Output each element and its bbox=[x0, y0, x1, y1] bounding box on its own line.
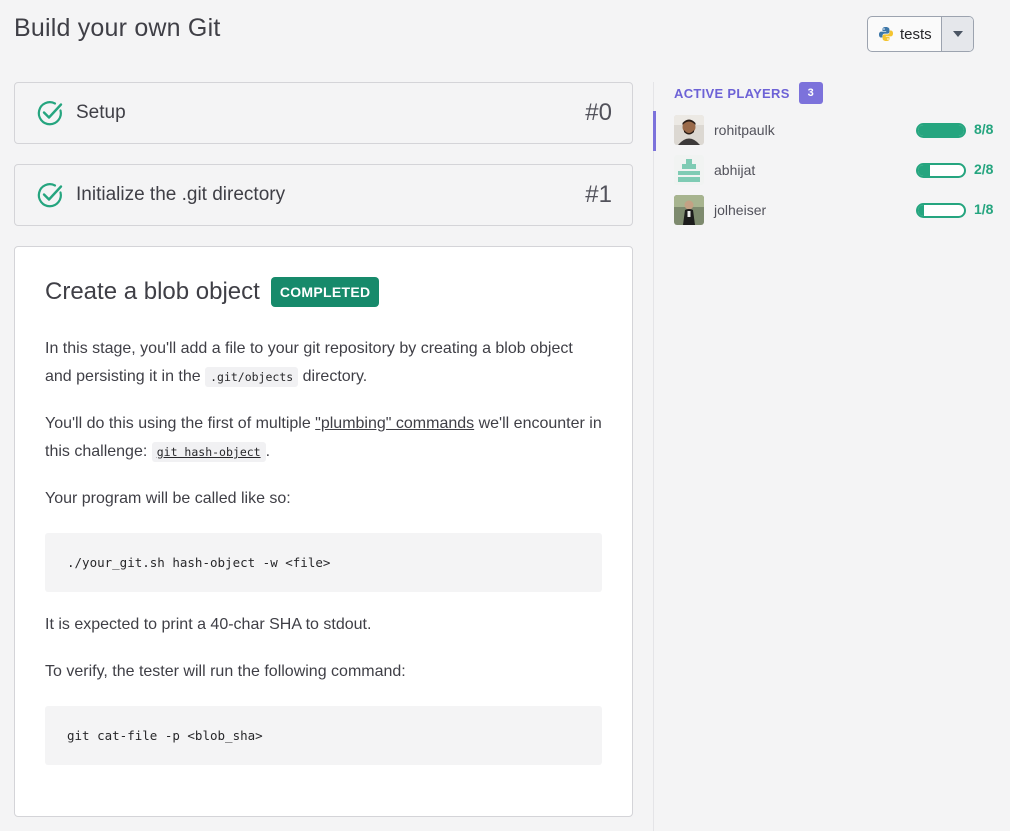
stage-heading: Create a blob object COMPLETED bbox=[45, 276, 602, 308]
plumbing-commands-link[interactable]: "plumbing" commands bbox=[315, 415, 474, 432]
language-select[interactable]: tests bbox=[867, 16, 974, 52]
text: directory. bbox=[298, 368, 368, 385]
stage-title: Create a blob object bbox=[45, 278, 260, 305]
player-row[interactable]: rohitpaulk 8/8 bbox=[674, 115, 1004, 145]
active-players-header: ACTIVE PLAYERS 3 bbox=[674, 82, 823, 104]
progress-bar bbox=[916, 203, 966, 218]
progress-bar bbox=[916, 123, 966, 138]
status-badge: COMPLETED bbox=[270, 277, 380, 307]
text: You'll do this using the first of multip… bbox=[45, 415, 316, 432]
avatar bbox=[674, 155, 704, 185]
instruction-paragraph: It is expected to print a 40-char SHA to… bbox=[45, 616, 372, 633]
progress-bar-fill bbox=[918, 205, 924, 216]
code-block: ./your_git.sh hash-object -w <file> bbox=[45, 533, 602, 592]
instruction-paragraph: Your program will be called like so: bbox=[45, 490, 291, 507]
avatar bbox=[674, 195, 704, 225]
player-row[interactable]: jolheiser 1/8 bbox=[674, 195, 1004, 225]
stage-card-init[interactable]: Initialize the .git directory #1 bbox=[14, 164, 633, 226]
progress-bar-fill bbox=[918, 165, 930, 176]
language-select-current[interactable]: tests bbox=[868, 17, 941, 51]
current-stage-card: Create a blob object COMPLETED In this s… bbox=[14, 246, 633, 817]
text: . bbox=[265, 443, 271, 460]
hash-object-link[interactable]: git hash-object bbox=[151, 442, 266, 462]
chevron-down-icon bbox=[952, 31, 963, 37]
check-circle-icon bbox=[37, 183, 63, 208]
python-logo-icon bbox=[879, 27, 893, 41]
progress-text: 2/8 bbox=[974, 161, 994, 177]
avatar bbox=[674, 115, 704, 145]
active-players-label: ACTIVE PLAYERS bbox=[674, 85, 790, 101]
check-circle-icon bbox=[37, 101, 63, 126]
instruction-paragraph: You'll do this using the first of multip… bbox=[45, 410, 602, 466]
stage-title: Setup bbox=[76, 102, 126, 123]
stage-number: #1 bbox=[585, 181, 612, 208]
progress-text: 8/8 bbox=[974, 121, 994, 137]
progress-text: 1/8 bbox=[974, 201, 994, 217]
stage-title: Initialize the .git directory bbox=[76, 184, 286, 205]
code-text: ./your_git.sh hash-object -w <file> bbox=[67, 555, 331, 570]
instruction-paragraph: To verify, the tester will run the follo… bbox=[45, 663, 406, 680]
language-dropdown-toggle[interactable] bbox=[941, 17, 973, 51]
player-row[interactable]: abhijat 2/8 bbox=[674, 155, 1004, 185]
progress-bar bbox=[916, 163, 966, 178]
stage-number: #0 bbox=[585, 99, 612, 126]
active-players-count: 3 bbox=[798, 82, 823, 104]
stage-card-setup[interactable]: Setup #0 bbox=[14, 82, 633, 144]
progress-bar-fill bbox=[918, 125, 964, 136]
language-label: tests bbox=[900, 25, 932, 43]
panel-divider bbox=[653, 82, 654, 831]
active-indicator bbox=[653, 111, 656, 151]
code-text: git cat-file -p <blob_sha> bbox=[67, 728, 263, 743]
inline-code: .git/objects bbox=[205, 367, 299, 387]
instruction-paragraph: In this stage, you'll add a file to your… bbox=[45, 335, 602, 391]
code-block: git cat-file -p <blob_sha> bbox=[45, 706, 602, 765]
page-title: Build your own Git bbox=[14, 14, 221, 42]
